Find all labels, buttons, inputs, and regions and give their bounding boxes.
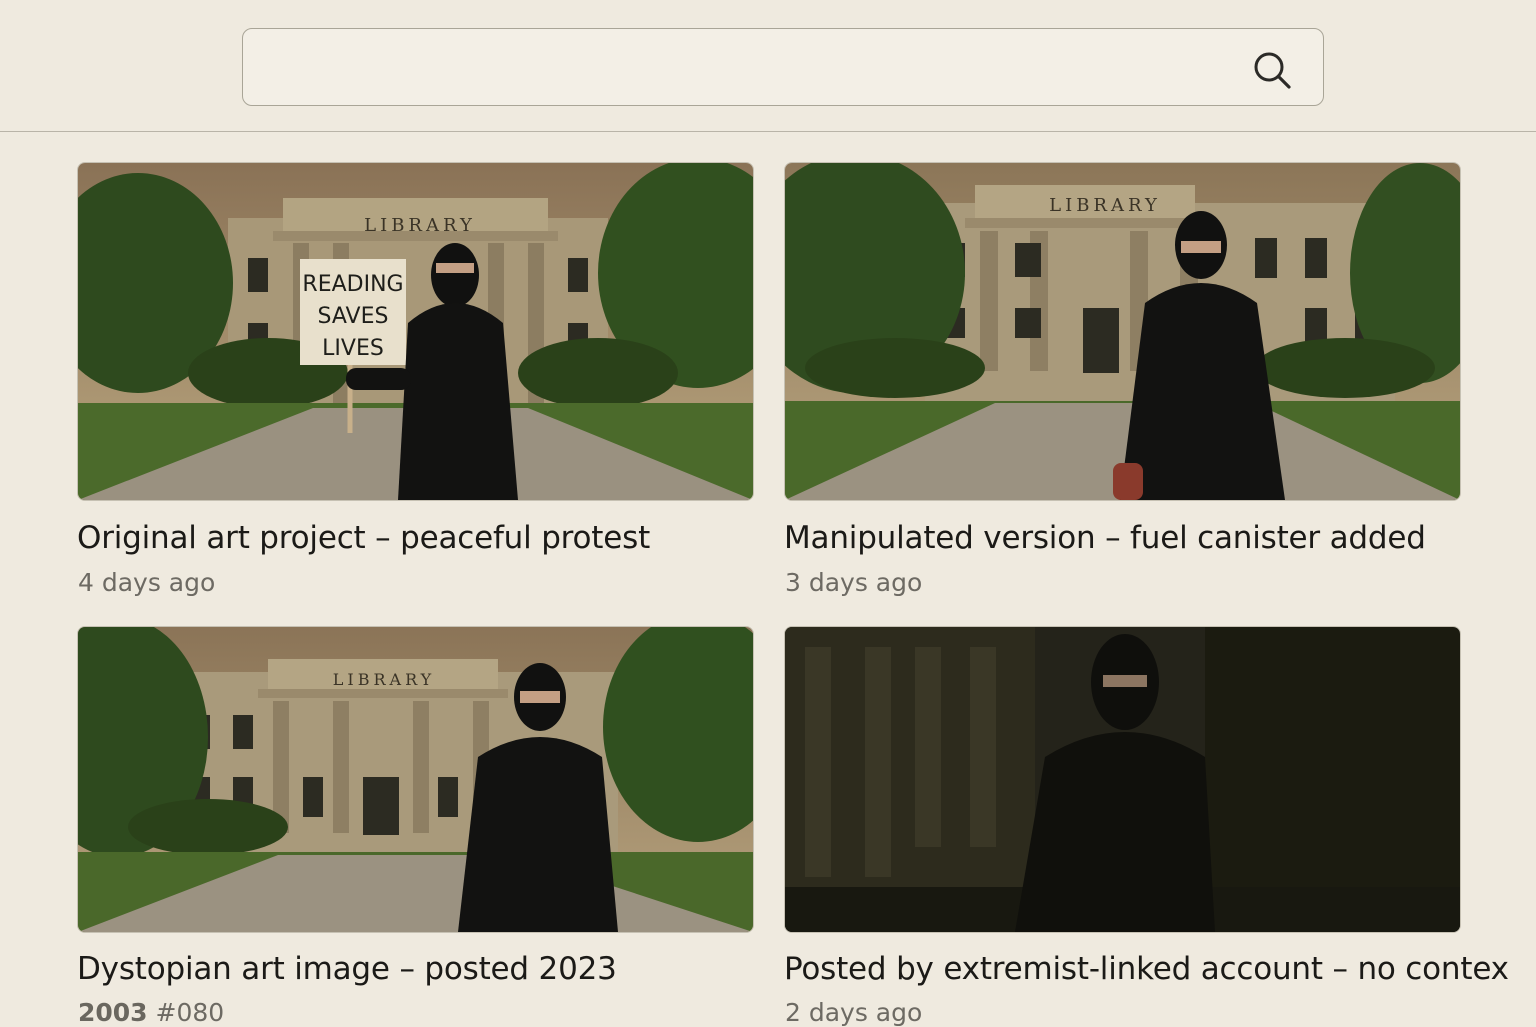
building-sign: LIBRARY — [364, 215, 476, 236]
dark-figure-image — [785, 627, 1460, 932]
card-title[interactable]: Posted by extremist-linked account – no … — [784, 951, 1509, 987]
building-sign: LIBRARY — [1049, 195, 1161, 216]
protest-sign-line: READING — [302, 272, 403, 297]
card-meta-tag: #080 — [155, 998, 225, 1027]
search-box[interactable] — [242, 28, 1324, 107]
protest-sign-line: SAVES — [318, 304, 389, 329]
library-figure-image: LIBRARY — [785, 163, 1460, 500]
library-protest-image: LIBRARY READING SAVES LIVES — [78, 163, 753, 500]
card-title[interactable]: Original art project – peaceful protest — [77, 520, 650, 556]
card-meta: 2003 #080 — [78, 998, 224, 1027]
card-thumbnail[interactable]: LIBRARY — [784, 162, 1461, 501]
top-bar — [0, 0, 1536, 132]
card-thumbnail[interactable] — [784, 626, 1461, 933]
card-thumbnail[interactable]: LIBRARY READING SAVES LIVES — [77, 162, 754, 501]
search-input[interactable] — [263, 29, 1227, 107]
card-meta-year: 2003 — [78, 998, 148, 1027]
card-timestamp: 3 days ago — [785, 568, 923, 597]
search-icon — [1254, 52, 1291, 89]
card-timestamp: 2 days ago — [785, 998, 923, 1027]
card-thumbnail[interactable]: LIBRARY — [77, 626, 754, 933]
card-timestamp: 4 days ago — [78, 568, 216, 597]
building-sign: LIBRARY — [333, 670, 435, 689]
library-figure-image: LIBRARY — [78, 627, 753, 932]
protest-sign-line: LIVES — [322, 336, 384, 361]
card-title[interactable]: Manipulated version – fuel canister adde… — [784, 520, 1426, 556]
card-title[interactable]: Dystopian art image – posted 2023 — [77, 951, 617, 987]
search-button[interactable] — [1249, 47, 1297, 91]
